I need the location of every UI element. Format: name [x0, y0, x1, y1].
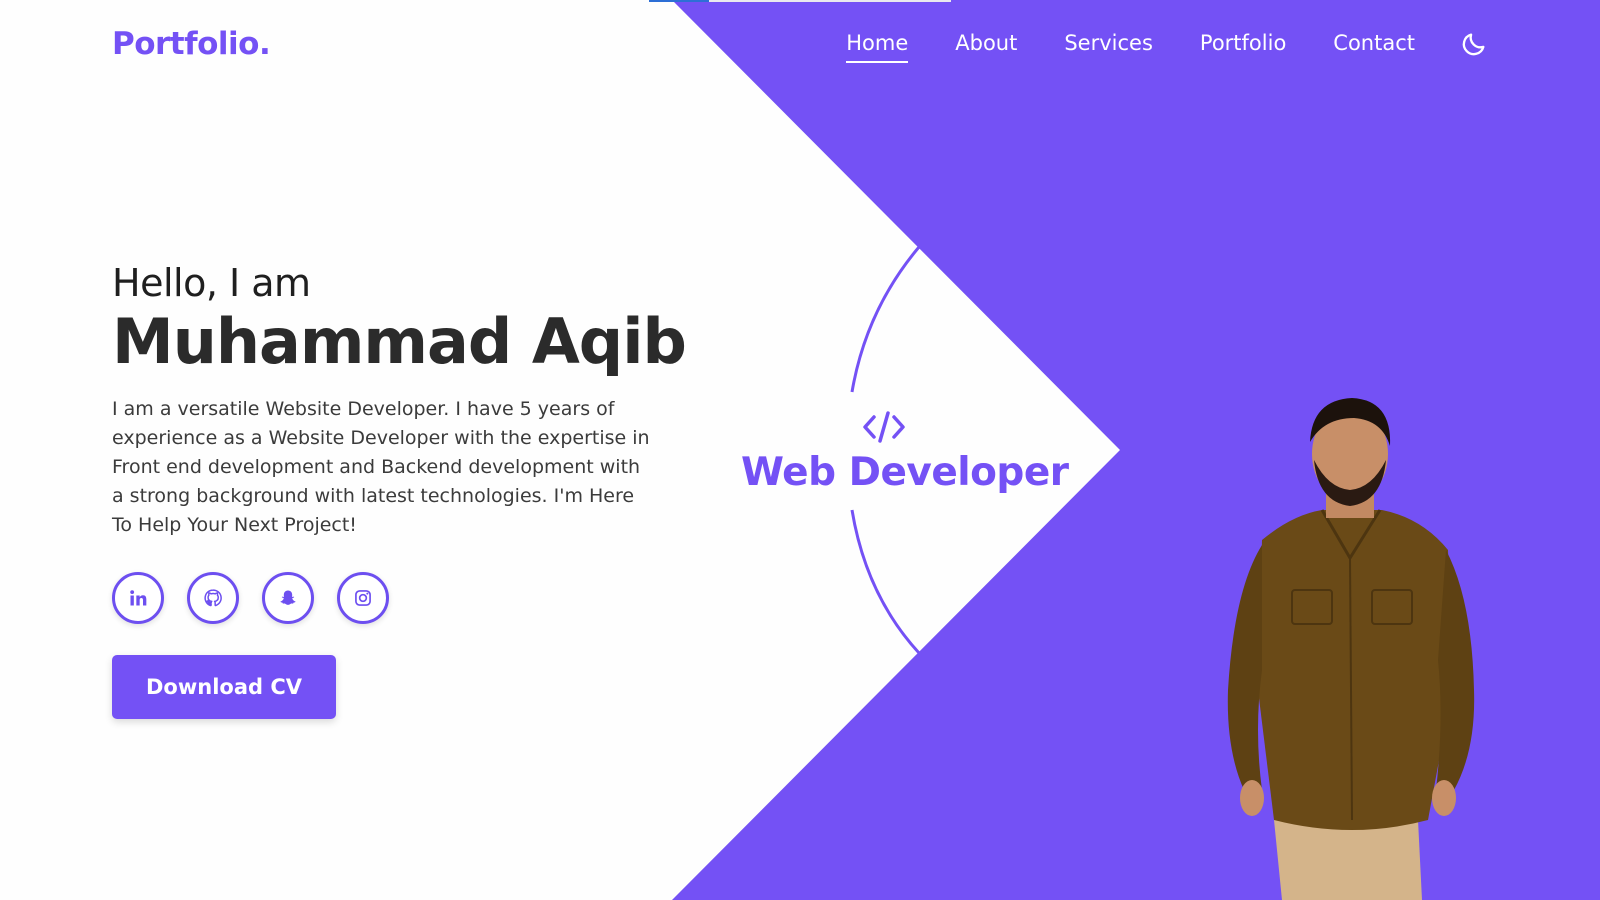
hero-section: Hello, I am Muhammad Aqib I am a versati…: [112, 259, 687, 624]
github-link[interactable]: [187, 572, 239, 624]
instagram-icon: [355, 590, 371, 606]
hero-bio: I am a versatile Website Developer. I ha…: [112, 398, 650, 536]
download-cv-button[interactable]: Download CV: [112, 655, 336, 719]
linkedin-icon: [130, 590, 147, 606]
portfolio-page: Portfolio. Home About Services Portfolio…: [0, 0, 1600, 900]
github-icon: [204, 589, 222, 607]
linkedin-link[interactable]: [112, 572, 164, 624]
social-links: [112, 572, 672, 624]
snapchat-icon: [280, 590, 296, 605]
scroll-progress-bar: [649, 0, 951, 2]
nav-about[interactable]: About: [955, 31, 1017, 61]
nav-home[interactable]: Home: [846, 31, 909, 63]
hero-greeting: Hello, I am: [112, 261, 311, 305]
snapchat-link[interactable]: [262, 572, 314, 624]
scroll-progress-fill: [649, 0, 709, 2]
main-nav: Home About Services Portfolio Contact: [799, 30, 1488, 63]
hero-name: Muhammad Aqib: [112, 305, 687, 378]
role-title: Web Developer: [741, 450, 1069, 495]
instagram-link[interactable]: [337, 572, 389, 624]
nav-contact[interactable]: Contact: [1333, 31, 1415, 61]
site-logo[interactable]: Portfolio.: [112, 26, 271, 62]
nav-services[interactable]: Services: [1064, 31, 1153, 61]
moon-icon[interactable]: [1460, 30, 1488, 58]
person-photo: [1227, 398, 1475, 900]
code-icon: [863, 411, 905, 443]
nav-portfolio[interactable]: Portfolio: [1200, 31, 1286, 61]
